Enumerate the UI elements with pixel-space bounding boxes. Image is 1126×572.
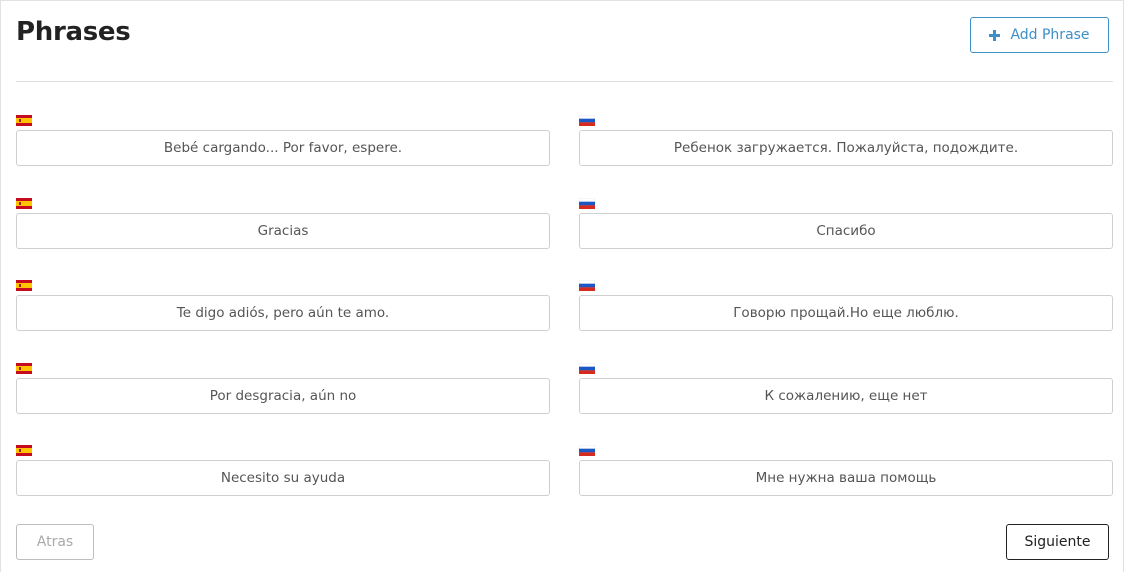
russia-flag-icon xyxy=(579,115,595,126)
spain-flag-icon xyxy=(16,115,32,126)
source-phrase-cell: Necesito su ayuda xyxy=(16,442,550,525)
next-button[interactable]: Siguiente xyxy=(1006,524,1109,560)
source-phrase-cell: Gracias xyxy=(16,195,550,278)
target-phrase-field[interactable]: Ребенок загружается. Пожалуйста, подожди… xyxy=(579,130,1113,166)
target-phrase-field[interactable]: Спасибо xyxy=(579,212,1113,249)
russia-flag-icon xyxy=(579,280,595,291)
source-phrase-field[interactable]: Necesito su ayuda xyxy=(16,460,550,496)
add-phrase-label: Add Phrase xyxy=(1010,27,1090,43)
source-phrase-cell: Por desgracia, aún no xyxy=(16,360,550,443)
russia-flag-icon xyxy=(579,362,595,374)
source-phrase-cell: Bebé cargando... Por favor, espere. xyxy=(16,112,550,195)
phrase-row: Necesito su ayuda Мне нужна ваша помощь xyxy=(16,442,1113,525)
target-phrase-field[interactable]: Говорю прощай.Но еще люблю. xyxy=(579,295,1113,331)
russia-flag-icon xyxy=(579,445,595,456)
spain-flag-icon xyxy=(16,280,32,291)
page-frame: Phrases Add Phrase Bebé cargando... Por … xyxy=(0,0,1124,572)
page-title: Phrases xyxy=(16,17,131,47)
target-phrase-cell: Мне нужна ваша помощь xyxy=(579,442,1113,525)
target-phrase-cell: Говорю прощай.Но еще люблю. xyxy=(579,277,1113,360)
source-phrase-field[interactable]: Por desgracia, aún no xyxy=(16,377,550,414)
phrase-row: Bebé cargando... Por favor, espere. Ребе… xyxy=(16,112,1113,195)
target-phrase-cell: Ребенок загружается. Пожалуйста, подожди… xyxy=(579,112,1113,195)
source-phrase-field[interactable]: Gracias xyxy=(16,212,550,249)
add-phrase-button[interactable]: Add Phrase xyxy=(970,17,1109,53)
phrase-row: Te digo adiós, pero aún te amo. Говорю п… xyxy=(16,277,1113,360)
russia-flag-icon xyxy=(579,197,595,209)
spain-flag-icon xyxy=(16,445,32,456)
target-phrase-field[interactable]: Мне нужна ваша помощь xyxy=(579,460,1113,496)
source-phrase-field[interactable]: Bebé cargando... Por favor, espere. xyxy=(16,130,550,166)
target-phrase-cell: К сожалению, еще нет xyxy=(579,360,1113,443)
spain-flag-icon xyxy=(16,197,32,209)
phrase-row: Por desgracia, aún no К сожалению, еще н… xyxy=(16,360,1113,443)
phrase-list: Bebé cargando... Por favor, espere. Ребе… xyxy=(16,112,1113,525)
target-phrase-cell: Спасибо xyxy=(579,195,1113,278)
source-phrase-field[interactable]: Te digo adiós, pero aún te amo. xyxy=(16,295,550,331)
phrase-row: Gracias Спасибо xyxy=(16,195,1113,278)
spain-flag-icon xyxy=(16,362,32,374)
header-divider xyxy=(16,81,1113,82)
back-button[interactable]: Atras xyxy=(16,524,94,560)
source-phrase-cell: Te digo adiós, pero aún te amo. xyxy=(16,277,550,360)
plus-icon xyxy=(989,29,1001,41)
target-phrase-field[interactable]: К сожалению, еще нет xyxy=(579,377,1113,414)
